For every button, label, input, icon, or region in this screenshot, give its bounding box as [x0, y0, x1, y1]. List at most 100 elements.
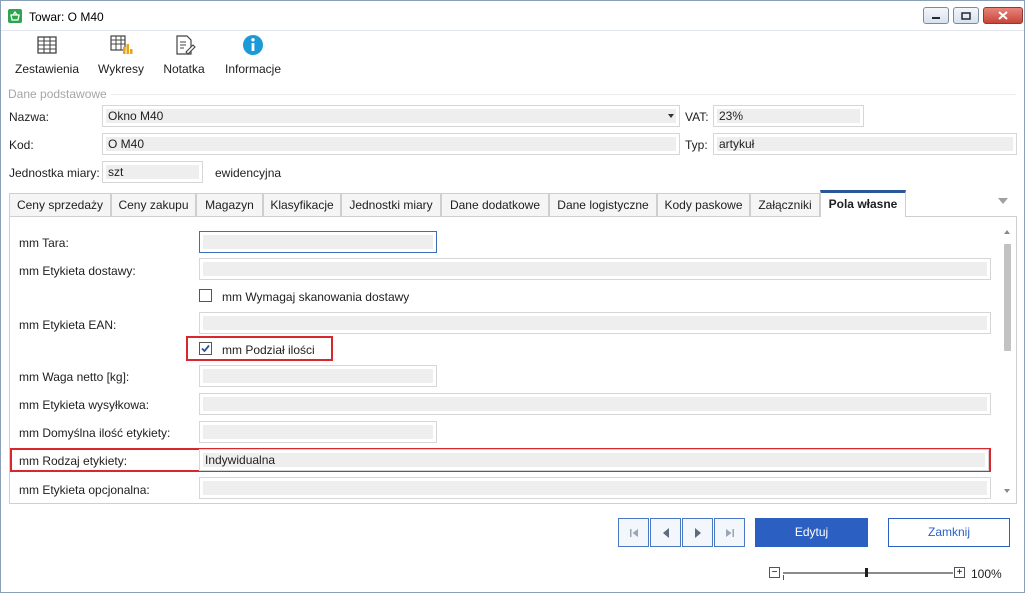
vat-value: 23%	[717, 109, 860, 123]
maximize-icon	[961, 11, 971, 20]
domyslna-label: mm Domyślna ilość etykiety:	[19, 426, 171, 440]
close-window-button[interactable]	[983, 7, 1023, 24]
opcjonalna-value	[203, 481, 987, 495]
tab-zalaczniki[interactable]: Załączniki	[750, 193, 820, 217]
typ-value: artykuł	[717, 137, 1013, 151]
nazwa-value: Okno M40	[106, 109, 676, 123]
last-record-icon	[725, 528, 734, 537]
tara-label: mm Tara:	[19, 236, 69, 250]
toolbar-label: Informacje	[224, 62, 282, 76]
kod-field[interactable]: O M40	[102, 133, 680, 155]
custom-fields-panel: mm Tara: mm Etykieta dostawy: mm Wymagaj…	[9, 216, 1017, 504]
toolbar-wykresy-button[interactable]: Wykresy	[96, 33, 146, 81]
zoom-level: 100%	[971, 567, 1002, 581]
tab-strip: Ceny sprzedaży Ceny zakupu Magazyn Klasy…	[9, 190, 1017, 217]
waga-value	[203, 369, 433, 383]
domyslna-input[interactable]	[199, 421, 437, 443]
etykieta-dostawy-label: mm Etykieta dostawy:	[19, 264, 136, 278]
toolbar-zestawienia-button[interactable]: Zestawienia	[13, 33, 81, 81]
opcjonalna-input[interactable]	[199, 477, 991, 499]
nazwa-dropdown[interactable]: Okno M40	[102, 105, 680, 127]
wymagaj-label: mm Wymagaj skanowania dostawy	[222, 290, 410, 304]
waga-label: mm Waga netto [kg]:	[19, 370, 130, 384]
tab-pola-wlasne[interactable]: Pola własne	[820, 190, 906, 217]
nav-first-button[interactable]	[618, 518, 649, 547]
wymagaj-checkbox[interactable]	[199, 289, 212, 302]
nav-previous-button[interactable]	[650, 518, 681, 547]
etykieta-dostawy-value	[203, 262, 987, 276]
etykieta-ean-input[interactable]	[199, 312, 991, 334]
tab-dane-logistyczne[interactable]: Dane logistyczne	[549, 193, 657, 217]
tab-magazyn[interactable]: Magazyn	[196, 193, 263, 217]
next-record-icon	[694, 527, 701, 538]
tab-kody-paskowe[interactable]: Kody paskowe	[657, 193, 750, 217]
zoom-slider-track[interactable]	[783, 572, 953, 574]
podzial-checkbox[interactable]	[199, 342, 212, 355]
toolbar-label: Wykresy	[98, 62, 144, 76]
tab-jednostki-miary[interactable]: Jednostki miary	[341, 193, 441, 217]
close-button[interactable]: Zamknij	[888, 518, 1010, 547]
rodzaj-value: Indywidualna	[203, 453, 985, 467]
zoom-in-button[interactable]: +	[954, 567, 965, 578]
window: Towar: O M40 Zestawienia Wykresy Notatka…	[0, 0, 1025, 593]
jm-note: ewidencyjna	[215, 166, 282, 180]
etykieta-dostawy-input[interactable]	[199, 258, 991, 280]
tab-overflow-chevron-icon[interactable]	[998, 198, 1008, 204]
app-basket-icon	[8, 9, 22, 23]
group-divider	[111, 94, 1016, 95]
typ-label: Typ:	[685, 138, 708, 152]
scrollbar-thumb[interactable]	[1004, 244, 1011, 351]
minimize-icon	[932, 16, 940, 19]
window-title: Towar: O M40	[29, 10, 104, 24]
tara-value	[203, 235, 433, 249]
jm-label: Jednostka miary:	[9, 166, 100, 180]
toolbar-notatka-button[interactable]: Notatka	[159, 33, 209, 81]
nav-last-button[interactable]	[714, 518, 745, 547]
opcjonalna-label: mm Etykieta opcjonalna:	[19, 483, 150, 497]
jm-value: szt	[106, 165, 199, 179]
title-bar: Towar: O M40	[1, 1, 1024, 31]
toolbar: Zestawienia Wykresy Notatka Informacje	[1, 31, 1024, 83]
wysylkowa-input[interactable]	[199, 393, 991, 415]
nazwa-label: Nazwa:	[9, 110, 50, 124]
note-edit-icon	[176, 35, 196, 55]
zoom-out-button[interactable]: −	[769, 567, 780, 578]
toolbar-label: Zestawienia	[14, 62, 80, 76]
jm-field[interactable]: szt	[102, 161, 203, 183]
podzial-label: mm Podział ilości	[222, 343, 315, 357]
checkmark-icon	[201, 344, 210, 353]
vertical-scrollbar[interactable]	[999, 217, 1016, 503]
maximize-button[interactable]	[953, 7, 979, 24]
scroll-up-arrow-icon[interactable]	[1004, 230, 1010, 234]
zoom-slider-thumb[interactable]	[865, 568, 868, 577]
scroll-down-arrow-icon[interactable]	[1004, 489, 1010, 493]
rodzaj-label: mm Rodzaj etykiety:	[19, 454, 128, 468]
typ-field[interactable]: artykuł	[713, 133, 1017, 155]
vat-field[interactable]: 23%	[713, 105, 864, 127]
toolbar-label: Notatka	[163, 62, 205, 76]
tab-dane-dodatkowe[interactable]: Dane dodatkowe	[441, 193, 549, 217]
wysylkowa-value	[203, 397, 987, 411]
rodzaj-input[interactable]: Indywidualna	[199, 449, 989, 471]
nav-next-button[interactable]	[682, 518, 713, 547]
domyslna-value	[203, 425, 433, 439]
group-label-basic: Dane podstawowe	[8, 87, 107, 101]
kod-value: O M40	[106, 137, 676, 151]
minimize-button[interactable]	[923, 7, 949, 24]
info-icon	[243, 35, 263, 55]
table-icon	[37, 36, 57, 54]
wysylkowa-label: mm Etykieta wysyłkowa:	[19, 398, 150, 412]
tab-ceny-zakupu[interactable]: Ceny zakupu	[111, 193, 196, 217]
tab-ceny-sprzedazy[interactable]: Ceny sprzedaży	[9, 193, 111, 217]
waga-input[interactable]	[199, 365, 437, 387]
tab-klasyfikacje[interactable]: Klasyfikacje	[263, 193, 341, 217]
first-record-icon	[629, 528, 638, 537]
etykieta-ean-value	[203, 316, 987, 330]
toolbar-informacje-button[interactable]: Informacje	[222, 33, 284, 81]
close-icon	[998, 11, 1008, 20]
zoom-slider-tick	[783, 575, 784, 580]
etykieta-ean-label: mm Etykieta EAN:	[19, 318, 117, 332]
edit-button[interactable]: Edytuj	[755, 518, 868, 547]
vat-label: VAT:	[685, 110, 709, 124]
tara-input[interactable]	[199, 231, 437, 253]
